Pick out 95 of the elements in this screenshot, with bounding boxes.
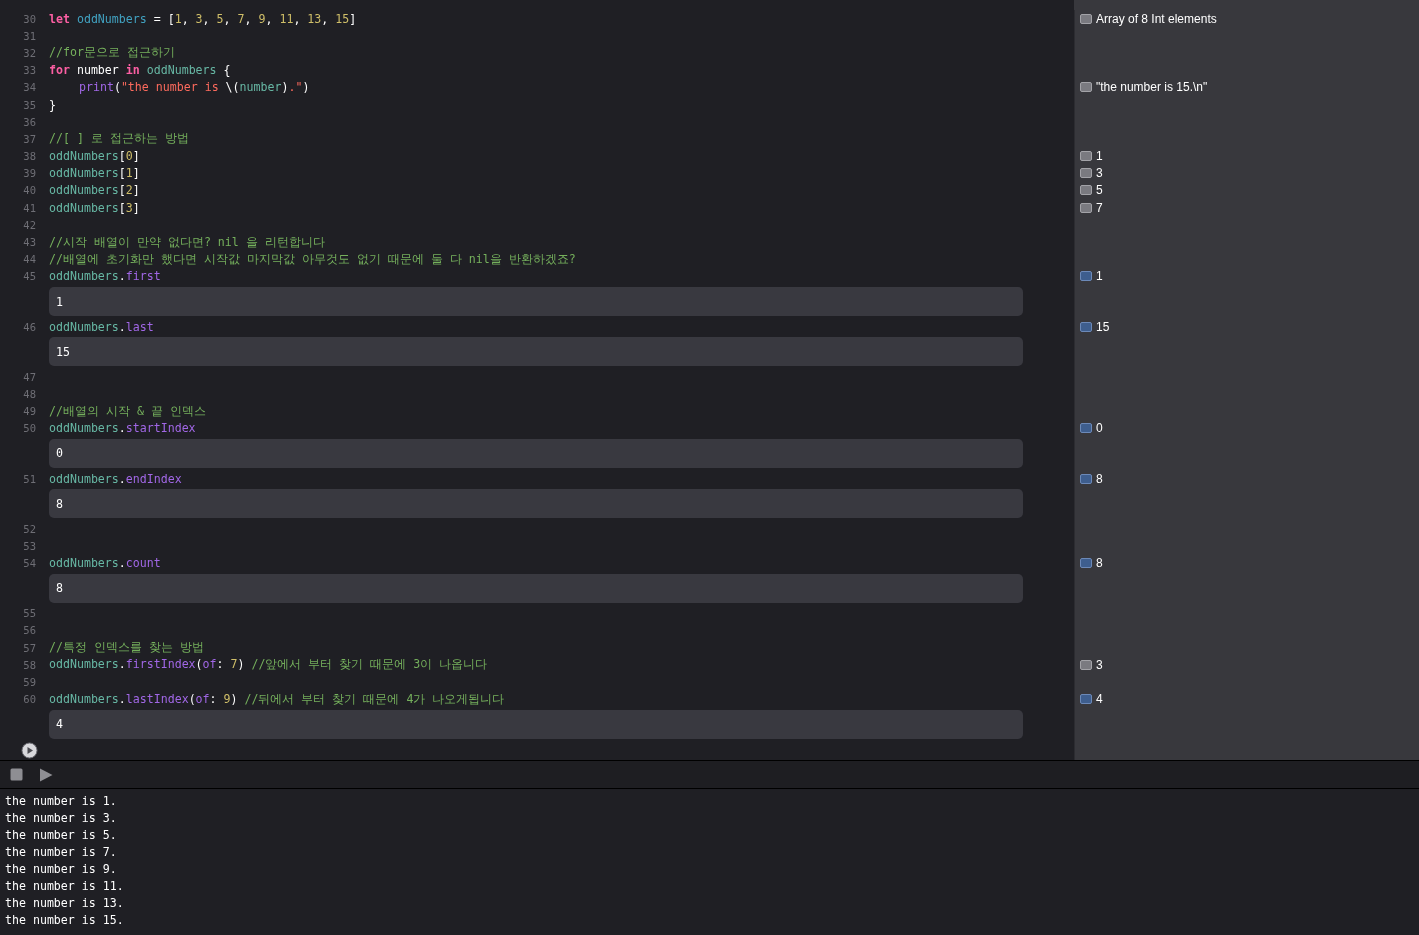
code-line: for number in oddNumbers { (49, 63, 231, 78)
line-number: 38 (22, 150, 36, 163)
code-line: //배열의 시작 & 끝 인덱스 (49, 403, 206, 419)
line-number: 51 (22, 472, 36, 485)
line-number: 42 (22, 218, 36, 231)
line-number: 49 (22, 405, 36, 418)
inline-result: 4 (49, 709, 1023, 739)
result-toggle-icon[interactable] (1080, 473, 1092, 484)
code-line: oddNumbers[1] (49, 166, 140, 181)
console-line: the number is 5. (5, 827, 118, 844)
code-line: print("the number is \(number).") (78, 80, 310, 95)
code-line: oddNumbers[0] (49, 149, 140, 164)
line-number: 39 (22, 167, 36, 180)
result-toggle-icon[interactable] (1080, 271, 1092, 282)
result-value: 15 (1096, 319, 1110, 334)
result-value: 1 (1096, 269, 1103, 284)
line-number: 48 (22, 387, 36, 400)
inline-result: 1 (49, 287, 1023, 316)
line-number: 53 (22, 539, 36, 552)
code-line: oddNumbers.startIndex (49, 421, 196, 436)
code-line: oddNumbers.first (49, 269, 161, 284)
code-line: //배열에 초기화만 했다면 시작값 마지막값 아무것도 없기 때문에 둘 다 nil을 반환하겠죠? (49, 251, 576, 267)
line-number: 52 (22, 522, 36, 535)
line-number: 36 (22, 115, 36, 128)
line-number: 58 (22, 658, 36, 671)
result-toggle-icon[interactable] (1080, 558, 1092, 569)
play-button[interactable] (39, 767, 53, 782)
console-line: the number is 3. (5, 810, 118, 827)
line-number: 41 (22, 201, 36, 214)
console-line: the number is 15. (5, 912, 125, 929)
inline-result: 8 (49, 573, 1023, 603)
code-line: oddNumbers[3] (49, 200, 140, 215)
result-value: 8 (1096, 556, 1103, 571)
result-toggle-icon[interactable] (1080, 151, 1092, 162)
line-number: 55 (22, 607, 36, 620)
result-value: 5 (1096, 183, 1103, 198)
result-value: 1 (1096, 149, 1103, 164)
stop-button[interactable] (10, 768, 23, 781)
console-line: the number is 13. (5, 895, 125, 912)
result-toggle-icon[interactable] (1080, 185, 1092, 196)
line-number: 47 (22, 370, 36, 383)
line-number: 37 (22, 132, 36, 145)
result-value: Array of 8 Int elements (1096, 11, 1217, 26)
code-line: oddNumbers.count (49, 556, 161, 571)
code-line: oddNumbers[2] (49, 183, 140, 198)
result-value: 8 (1096, 471, 1103, 486)
result-value: 4 (1096, 692, 1103, 707)
result-toggle-icon[interactable] (1080, 694, 1092, 705)
line-number: 45 (22, 270, 36, 283)
result-toggle-icon[interactable] (1080, 82, 1092, 93)
result-toggle-icon[interactable] (1080, 659, 1092, 670)
console-line: the number is 9. (5, 861, 118, 878)
console-line: the number is 7. (5, 844, 118, 861)
line-number: 44 (22, 253, 36, 266)
line-number: 43 (22, 236, 36, 249)
line-number: 54 (22, 557, 36, 570)
line-number: 33 (22, 64, 36, 77)
line-number: 34 (22, 81, 36, 94)
result-toggle-icon[interactable] (1080, 423, 1092, 434)
line-number: 32 (22, 46, 36, 59)
code-line: //for문으로 접근하기 (49, 45, 175, 61)
result-value: 7 (1096, 200, 1103, 215)
code-line: //특정 인덱스를 찾는 방법 (49, 640, 204, 656)
console-line: the number is 1. (5, 793, 118, 810)
code-line: //시작 배열이 만약 없다면? nil 을 리턴합니다 (49, 234, 325, 250)
result-toggle-icon[interactable] (1080, 321, 1092, 332)
console-line: the number is 11. (5, 878, 125, 895)
line-number: 57 (22, 641, 36, 654)
inline-result: 0 (49, 438, 1023, 468)
result-value: 3 (1096, 166, 1103, 181)
result-toggle-icon[interactable] (1080, 13, 1092, 24)
code-line: let oddNumbers = [1, 3, 5, 7, 9, 11, 13, 15] (49, 11, 357, 26)
code-line: //[ ] 로 접근하는 방법 (49, 131, 189, 147)
code-line: oddNumbers.firstIndex(of: 7) //앞에서 부터 찾기 때문에 3이 나옵니다 (49, 657, 488, 673)
code-line: oddNumbers.last (49, 319, 154, 334)
code-line: oddNumbers.endIndex (49, 471, 182, 486)
inline-result: 15 (49, 337, 1023, 367)
line-number: 46 (22, 320, 36, 333)
line-number: 35 (22, 98, 36, 111)
line-number: 59 (22, 676, 36, 689)
result-value: 3 (1096, 657, 1103, 672)
result-value: "the number is 15.\n" (1096, 80, 1208, 95)
line-number: 60 (22, 693, 36, 706)
result-toggle-icon[interactable] (1080, 168, 1092, 179)
line-number: 50 (22, 422, 36, 435)
line-number: 31 (22, 29, 36, 42)
inline-result: 8 (49, 489, 1023, 519)
line-number: 56 (22, 624, 36, 637)
code-line: } (49, 97, 56, 112)
result-toggle-icon[interactable] (1080, 202, 1092, 213)
line-number: 30 (22, 12, 36, 25)
result-value: 0 (1096, 421, 1103, 436)
line-number: 40 (22, 184, 36, 197)
run-icon[interactable] (21, 742, 38, 760)
code-line: oddNumbers.lastIndex(of: 9) //뒤에서 부터 찾기 때문에 4가 나오게됩니다 (49, 691, 505, 707)
